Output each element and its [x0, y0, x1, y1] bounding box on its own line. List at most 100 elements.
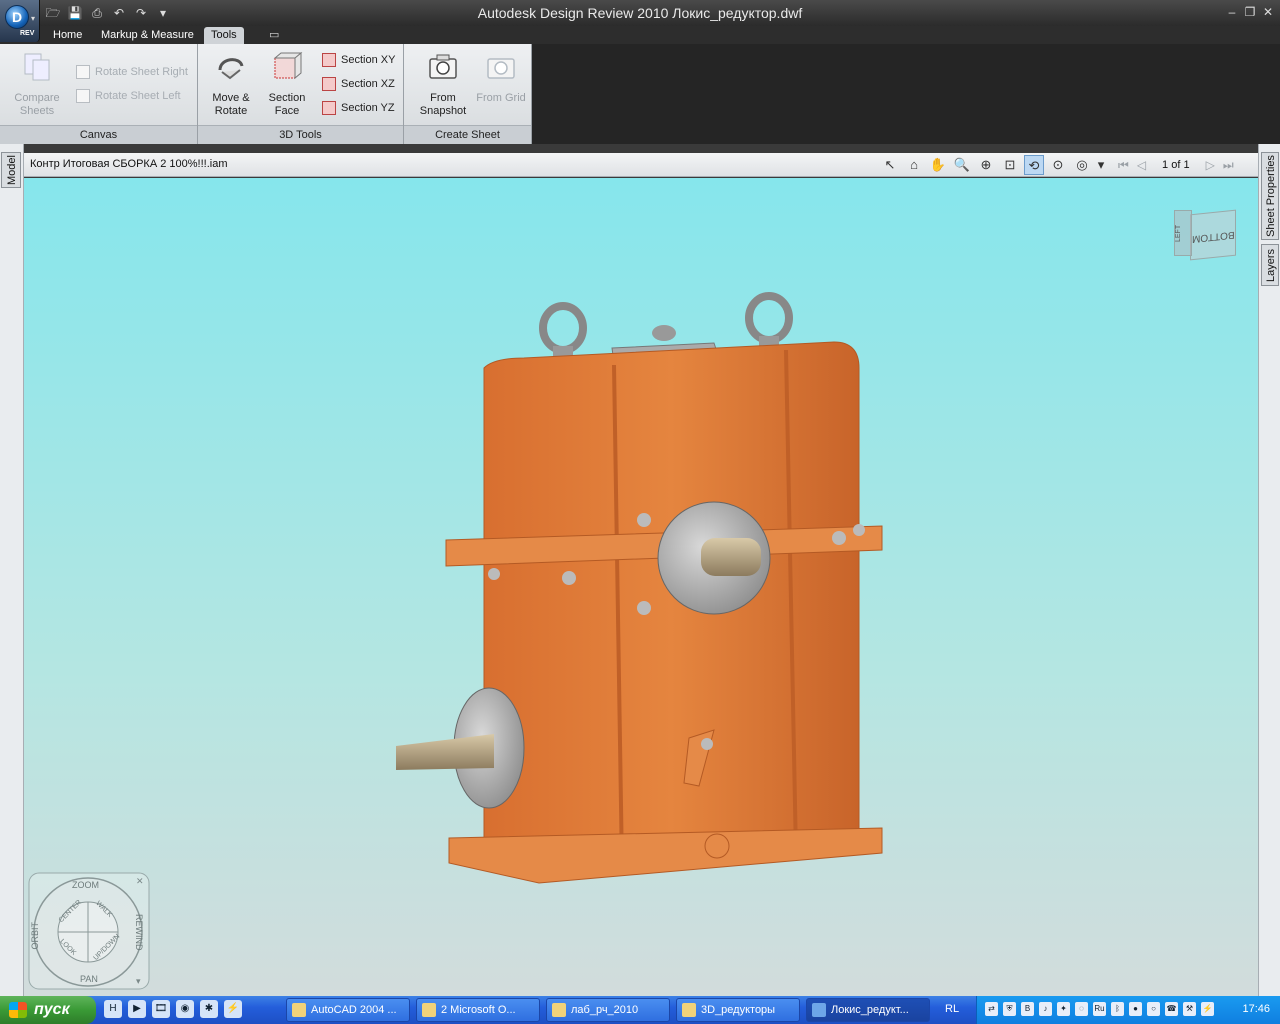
task-design-review[interactable]: Локис_редукт... [806, 998, 930, 1022]
section-face-icon [273, 51, 303, 80]
navigation-tools: ↖ ⌂ ✋ 🔍 ⊕ ⊡ ⟲ ⊙ ◎ ▾ [880, 155, 1106, 175]
quicklaunch-film-icon[interactable]: 🎞 [152, 1000, 170, 1018]
section-xy-button[interactable]: Section XY [322, 50, 395, 70]
wheel-menu-icon[interactable]: ▾ [136, 976, 141, 987]
page-indicator: 1 of 1 [1162, 159, 1190, 171]
canvas-toolbar: Контр Итоговая СБОРКА 2 100%!!!.iam ↖ ⌂ … [24, 153, 1258, 177]
turntable-icon[interactable]: ⊙ [1048, 155, 1068, 175]
tray-sound-icon[interactable]: ♪ [1039, 1002, 1052, 1016]
compare-sheets-icon [24, 53, 50, 81]
side-tab-model[interactable]: Model [1, 152, 21, 188]
quicklaunch-media-icon[interactable]: ▶ [128, 1000, 146, 1018]
compare-sheets-button[interactable]: Compare Sheets [10, 50, 64, 120]
panel-title-canvas: Canvas [0, 125, 197, 144]
steering-wheel-icon[interactable]: ◎ [1072, 155, 1092, 175]
tab-tools[interactable]: Tools [204, 27, 244, 44]
tray-flash-icon[interactable]: ⚡ [1201, 1002, 1214, 1016]
task-autocad[interactable]: AutoCAD 2004 ... [286, 998, 410, 1022]
minimize-icon[interactable]: – [1226, 4, 1238, 20]
from-snapshot-button[interactable]: From Snapshot [416, 50, 470, 120]
windows-flag-icon [9, 1002, 27, 1018]
wheel-orbit[interactable]: ORBIT [30, 922, 40, 950]
previous-page-icon[interactable]: ◁ [1137, 158, 1146, 172]
zoom-icon[interactable]: 🔍 [952, 155, 972, 175]
tray-security-icon[interactable]: ⛨ [1003, 1002, 1016, 1016]
orbit-icon[interactable]: ⟲ [1024, 155, 1044, 175]
application-menu-button[interactable]: D REV ▾ [0, 0, 40, 42]
rotate-left-icon [76, 89, 90, 103]
camera-icon [429, 54, 457, 79]
section-xy-icon [322, 53, 336, 67]
tray-phone-icon[interactable]: ☎ [1165, 1002, 1178, 1016]
panel-title-create-sheet: Create Sheet [404, 125, 531, 144]
tab-markup-measure[interactable]: Markup & Measure [94, 27, 201, 44]
viewcube-face-left: LEFT [1175, 224, 1182, 242]
select-icon[interactable]: ↖ [880, 155, 900, 175]
start-button[interactable]: пуск [0, 996, 96, 1024]
quicklaunch-firefox-icon[interactable]: ◉ [176, 1000, 194, 1018]
tray-app-icon[interactable]: ● [1129, 1002, 1142, 1016]
task-folder-lab[interactable]: лаб_рч_2010 [546, 998, 670, 1022]
wheel-rewind[interactable]: REWIND [134, 914, 144, 951]
wheel-close-icon[interactable]: ✕ [136, 876, 144, 887]
3d-viewport[interactable]: BOTTOM LEFT ZOOM PAN ORBIT REWIND CENTER… [24, 178, 1258, 996]
nav-dropdown-icon[interactable]: ▾ [1096, 155, 1106, 175]
language-indicator[interactable]: RL [945, 1003, 959, 1015]
tray-bluetooth-icon[interactable]: ᛒ [1111, 1002, 1124, 1016]
rotate-sheet-right-button[interactable]: Rotate Sheet Right [76, 62, 188, 82]
tray-tools-icon[interactable]: ⚒ [1183, 1002, 1196, 1016]
grid-camera-icon [487, 58, 515, 79]
quick-launch: H ▶ 🎞 ◉ ✱ ⚡ [104, 1000, 242, 1018]
zoom-window-icon[interactable]: ⊕ [976, 155, 996, 175]
tray-b-icon[interactable]: B [1021, 1002, 1034, 1016]
section-yz-button[interactable]: Section YZ [322, 98, 395, 118]
wheel-zoom[interactable]: ZOOM [72, 880, 99, 890]
move-rotate-button[interactable]: Move & Rotate [204, 50, 258, 120]
chevron-down-icon: ▾ [31, 14, 36, 23]
section-face-button[interactable]: Section Face [260, 50, 314, 120]
gearbox-model[interactable] [24, 178, 1258, 996]
window-title: Autodesk Design Review 2010 Локис_редукт… [477, 5, 803, 21]
move-rotate-icon [218, 58, 244, 80]
from-grid-button[interactable]: From Grid [474, 50, 528, 120]
quicklaunch-app-icon[interactable]: H [104, 1000, 122, 1018]
tray-antivirus-icon[interactable]: ◌ [1075, 1002, 1088, 1016]
last-page-icon[interactable]: ⏭ [1223, 158, 1234, 173]
next-page-icon[interactable]: ▷ [1206, 158, 1215, 172]
side-tab-sheet-properties[interactable]: Sheet Properties [1261, 152, 1279, 240]
section-xz-icon [322, 77, 336, 91]
task-microsoft-office[interactable]: 2 Microsoft O... [416, 998, 540, 1022]
page-navigator: ⏮ ◁ 1 of 1 ▷ ⏭ [1118, 155, 1234, 175]
quicklaunch-tool-icon[interactable]: ✱ [200, 1000, 218, 1018]
document-name: Контр Итоговая СБОРКА 2 100%!!!.iam [30, 158, 228, 170]
wheel-pan[interactable]: PAN [80, 974, 98, 984]
tray-status-icon[interactable]: ○ [1147, 1002, 1160, 1016]
section-yz-icon [322, 101, 336, 115]
tray-lang-icon[interactable]: Ru [1093, 1002, 1106, 1016]
panel-title-3d-tools: 3D Tools [198, 125, 403, 144]
side-tab-layers[interactable]: Layers [1261, 244, 1279, 286]
first-page-icon[interactable]: ⏮ [1118, 158, 1129, 173]
folder-icon [682, 1003, 696, 1017]
quicklaunch-flash-icon[interactable]: ⚡ [224, 1000, 242, 1018]
clock: 17:46 [1242, 1003, 1270, 1015]
folder-icon [552, 1003, 566, 1017]
close-icon[interactable]: ✕ [1262, 4, 1274, 20]
panel-3d-tools: Move & Rotate Section Face Section XY Se… [198, 44, 404, 144]
ribbon-minimize-icon[interactable]: ▭ [262, 27, 286, 44]
home-icon[interactable]: ⌂ [904, 155, 924, 175]
rotate-right-icon [76, 65, 90, 79]
tab-home[interactable]: Home [46, 27, 89, 44]
restore-icon[interactable]: ❐ [1244, 4, 1256, 20]
steering-wheel[interactable]: ZOOM PAN ORBIT REWIND CENTER WALK LOOK U… [28, 872, 150, 990]
system-tray: ⇄ ⛨ B ♪ ✦ ◌ Ru ᛒ ● ○ ☎ ⚒ ⚡ 17:46 [976, 996, 1280, 1024]
pan-icon[interactable]: ✋ [928, 155, 948, 175]
tray-network-icon[interactable]: ⇄ [985, 1002, 998, 1016]
section-xz-button[interactable]: Section XZ [322, 74, 395, 94]
rotate-sheet-left-button[interactable]: Rotate Sheet Left [76, 86, 181, 106]
task-folder-3d[interactable]: 3D_редукторы [676, 998, 800, 1022]
ribbon: Compare Sheets Rotate Sheet Right Rotate… [0, 44, 1280, 144]
viewcube[interactable]: BOTTOM LEFT [1172, 208, 1238, 264]
fit-icon[interactable]: ⊡ [1000, 155, 1020, 175]
tray-tool-icon[interactable]: ✦ [1057, 1002, 1070, 1016]
